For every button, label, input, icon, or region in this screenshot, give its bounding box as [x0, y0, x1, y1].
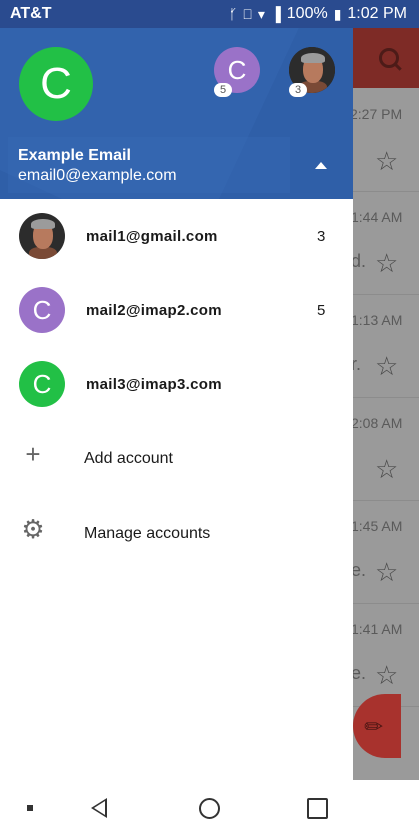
home-icon[interactable]	[199, 798, 220, 819]
status-icons: ᚶ ⎕ ▾ ▐ 100% ▮ 1:02 PM	[229, 5, 407, 23]
battery-icon: ▮	[333, 6, 342, 22]
mini-account-avatar[interactable]: C 5	[214, 47, 260, 97]
account-avatar: C	[19, 287, 65, 333]
navigation-drawer: C C 5 3 Example Email email0@example.com…	[0, 28, 353, 780]
account-email: mail1@gmail.com	[86, 228, 218, 245]
unread-count: 3	[317, 228, 326, 245]
add-account-label: Add account	[84, 450, 173, 467]
account-avatar	[19, 213, 65, 259]
account-avatar: C	[19, 361, 65, 407]
unread-badge: 5	[214, 83, 232, 97]
background-row-snippet: r.	[353, 354, 362, 374]
background-row[interactable]: 1:44 AM d. ☆	[353, 191, 419, 295]
background-mail-list: 2:27 PM ☆ 1:44 AM d. ☆ 1:13 AM r. ☆ 2:08…	[353, 28, 419, 780]
current-account-avatar[interactable]: C	[19, 47, 93, 121]
account-list-item[interactable]: C mail3@imap3.com	[0, 347, 353, 421]
account-email: mail2@imap2.com	[86, 302, 222, 319]
account-name: Example Email	[18, 147, 131, 164]
account-email: mail3@imap3.com	[86, 376, 222, 393]
mini-account-avatar[interactable]: 3	[289, 47, 335, 97]
avatar-letter: C	[40, 59, 72, 108]
avatar-letter: C	[32, 294, 52, 325]
signal-icon: ▐	[270, 6, 281, 22]
wifi-icon: ▾	[257, 6, 265, 22]
manage-accounts-button[interactable]: ⚙ Manage accounts	[0, 496, 353, 570]
background-row-snippet: d.	[353, 251, 367, 271]
background-row[interactable]: 2:08 AM ☆	[353, 397, 419, 501]
star-icon[interactable]: ☆	[375, 248, 398, 279]
background-row-time: 1:45 AM	[353, 518, 403, 534]
background-row[interactable]: 1:41 AM e. ☆	[353, 603, 419, 707]
background-row-time: 1:41 AM	[353, 621, 403, 637]
account-email: email0@example.com	[18, 167, 177, 184]
account-list-item[interactable]: C mail2@imap2.com 5	[0, 273, 353, 347]
gear-icon: ⚙	[21, 514, 45, 544]
bluetooth-icon: ᚶ	[229, 6, 238, 22]
overview-icon[interactable]	[307, 798, 328, 819]
avatar-letter: C	[32, 368, 52, 399]
profile-photo	[19, 213, 65, 259]
drawer-header: C C 5 3 Example Email email0@example.com	[0, 28, 353, 199]
battery-percent: 100%	[286, 5, 328, 22]
background-app-bar	[353, 28, 419, 88]
background-row-snippet: e.	[353, 663, 367, 683]
account-list-item[interactable]: mail1@gmail.com 3	[0, 199, 353, 273]
status-bar: AT&T ᚶ ⎕ ▾ ▐ 100% ▮ 1:02 PM	[0, 0, 419, 28]
back-icon[interactable]	[91, 798, 107, 818]
unread-count: 5	[317, 302, 326, 319]
pencil-icon: ✎	[358, 711, 390, 743]
unread-badge: 3	[289, 83, 307, 97]
nfc-icon: ⎕	[243, 6, 252, 22]
background-row-time: 2:27 PM	[353, 106, 403, 122]
star-icon[interactable]: ☆	[375, 454, 398, 485]
clock: 1:02 PM	[347, 5, 407, 22]
manage-accounts-label: Manage accounts	[84, 525, 211, 542]
background-row-time: 2:08 AM	[353, 415, 403, 431]
collapse-arrow-icon[interactable]	[315, 162, 327, 169]
search-icon[interactable]	[379, 48, 399, 68]
carrier-label: AT&T	[10, 5, 52, 22]
system-nav-bar	[0, 780, 419, 839]
add-account-button[interactable]: + Add account	[0, 421, 353, 495]
background-row[interactable]: 1:13 AM r. ☆	[353, 294, 419, 398]
star-icon[interactable]: ☆	[375, 660, 398, 691]
background-row-snippet: e.	[353, 560, 367, 580]
background-row-time: 1:13 AM	[353, 312, 403, 328]
background-row[interactable]: 2:27 PM ☆	[353, 88, 419, 192]
plus-icon: +	[25, 439, 41, 469]
background-row-time: 1:44 AM	[353, 209, 403, 225]
recents-dot-icon[interactable]	[27, 805, 33, 811]
star-icon[interactable]: ☆	[375, 146, 398, 177]
avatar-letter: C	[227, 54, 247, 85]
background-row[interactable]: 1:45 AM e. ☆	[353, 500, 419, 604]
star-icon[interactable]: ☆	[375, 351, 398, 382]
star-icon[interactable]: ☆	[375, 557, 398, 588]
